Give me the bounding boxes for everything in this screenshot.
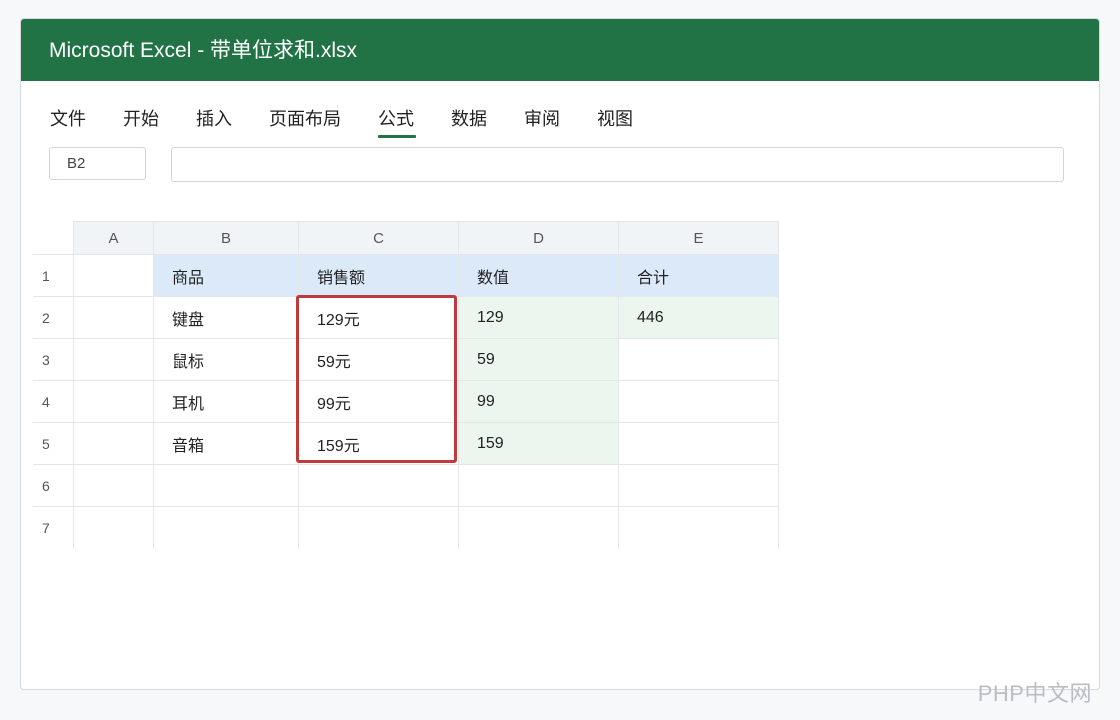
- menu-formulas[interactable]: 公式: [378, 107, 416, 138]
- cell-b2[interactable]: 键盘: [153, 296, 299, 339]
- title-bar: Microsoft Excel - 带单位求和.xlsx: [21, 19, 1099, 81]
- table-row: 6: [33, 464, 779, 507]
- cell-c3[interactable]: 59元: [298, 338, 459, 381]
- menu-data[interactable]: 数据: [451, 107, 487, 135]
- column-header-b[interactable]: B: [153, 221, 299, 255]
- row-header-1[interactable]: 1: [33, 254, 74, 297]
- menu-view[interactable]: 视图: [597, 107, 633, 135]
- column-header-e[interactable]: E: [618, 221, 779, 255]
- column-header-d[interactable]: D: [458, 221, 619, 255]
- cell-c6[interactable]: [298, 464, 459, 507]
- cell-a6[interactable]: [73, 464, 154, 507]
- row-header-4[interactable]: 4: [33, 380, 74, 423]
- cell-c4[interactable]: 99元: [298, 380, 459, 423]
- cell-c2[interactable]: 129元: [298, 296, 459, 339]
- sheet-table: A B C D E 1 商品 销售额 数值 合计 2 键盘 129元 129 4…: [33, 221, 779, 549]
- column-header-a[interactable]: A: [73, 221, 154, 255]
- cell-b1[interactable]: 商品: [153, 254, 299, 297]
- cell-c5[interactable]: 159元: [298, 422, 459, 465]
- row-header-5[interactable]: 5: [33, 422, 74, 465]
- name-box[interactable]: B2: [49, 147, 146, 180]
- cell-d3[interactable]: 59: [458, 338, 619, 381]
- watermark-logo: PHP中文网: [977, 681, 1092, 706]
- cell-b4[interactable]: 耳机: [153, 380, 299, 423]
- cell-a7[interactable]: [73, 506, 154, 549]
- table-row: 2 键盘 129元 129 446: [33, 296, 779, 339]
- cell-d4[interactable]: 99: [458, 380, 619, 423]
- row-header-7[interactable]: 7: [33, 506, 74, 549]
- row-header-2[interactable]: 2: [33, 296, 74, 339]
- row-header-6[interactable]: 6: [33, 464, 74, 507]
- cell-b5[interactable]: 音箱: [153, 422, 299, 465]
- formula-input[interactable]: [171, 147, 1064, 182]
- menu-page-layout[interactable]: 页面布局: [269, 107, 341, 135]
- cell-e1[interactable]: 合计: [618, 254, 779, 297]
- cell-a3[interactable]: [73, 338, 154, 381]
- table-row: 5 音箱 159元 159: [33, 422, 779, 465]
- cell-e5[interactable]: [618, 422, 779, 465]
- cell-c7[interactable]: [298, 506, 459, 549]
- cell-d6[interactable]: [458, 464, 619, 507]
- menu-insert[interactable]: 插入: [196, 107, 232, 135]
- table-row: 1 商品 销售额 数值 合计: [33, 254, 779, 297]
- cell-e3[interactable]: [618, 338, 779, 381]
- select-all-corner[interactable]: [33, 221, 74, 255]
- cell-d2[interactable]: 129: [458, 296, 619, 339]
- row-header-3[interactable]: 3: [33, 338, 74, 381]
- spreadsheet-grid: A B C D E 1 商品 销售额 数值 合计 2 键盘 129元 129 4…: [33, 221, 779, 549]
- excel-window: Microsoft Excel - 带单位求和.xlsx 文件 开始 插入 页面…: [20, 18, 1100, 690]
- cell-e4[interactable]: [618, 380, 779, 423]
- cell-a1[interactable]: [73, 254, 154, 297]
- table-row: 4 耳机 99元 99: [33, 380, 779, 423]
- cell-d1[interactable]: 数值: [458, 254, 619, 297]
- column-header-c[interactable]: C: [298, 221, 459, 255]
- table-row: 7: [33, 506, 779, 549]
- cell-a2[interactable]: [73, 296, 154, 339]
- cell-b6[interactable]: [153, 464, 299, 507]
- cell-e7[interactable]: [618, 506, 779, 549]
- window-title: Microsoft Excel - 带单位求和.xlsx: [49, 39, 358, 62]
- cell-b3[interactable]: 鼠标: [153, 338, 299, 381]
- menu-home[interactable]: 开始: [123, 107, 159, 135]
- menu-review[interactable]: 审阅: [524, 107, 560, 135]
- cell-b7[interactable]: [153, 506, 299, 549]
- menu-file[interactable]: 文件: [50, 107, 86, 135]
- table-row: 3 鼠标 59元 59: [33, 338, 779, 381]
- cell-a4[interactable]: [73, 380, 154, 423]
- cell-e6[interactable]: [618, 464, 779, 507]
- cell-e2[interactable]: 446: [618, 296, 779, 339]
- cell-c1[interactable]: 销售额: [298, 254, 459, 297]
- cell-d5[interactable]: 159: [458, 422, 619, 465]
- cell-a5[interactable]: [73, 422, 154, 465]
- ribbon-menu: 文件 开始 插入 页面布局 公式 数据 审阅 视图: [50, 107, 670, 139]
- cell-d7[interactable]: [458, 506, 619, 549]
